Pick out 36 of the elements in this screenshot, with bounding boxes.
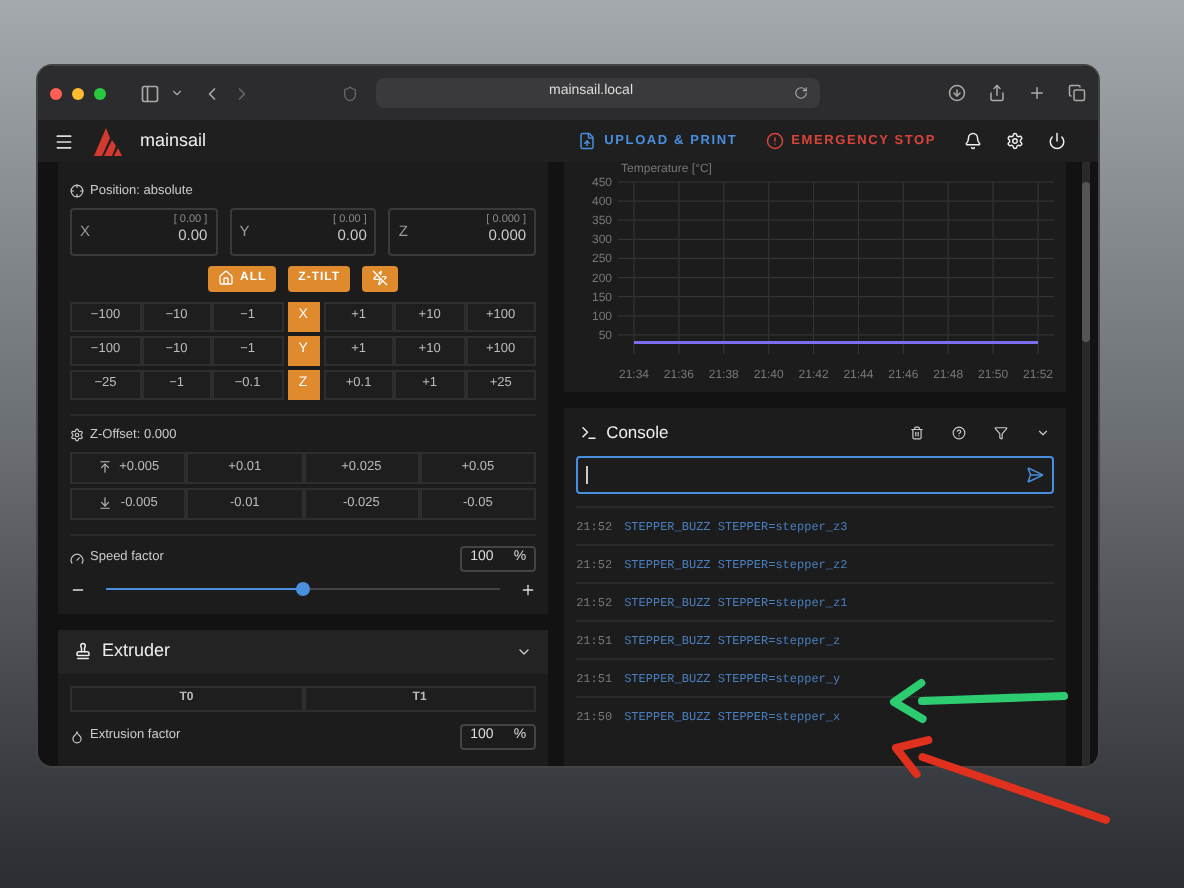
help-icon[interactable] [952, 425, 967, 439]
motors-off-button[interactable] [362, 265, 399, 292]
raise-icon [97, 460, 112, 474]
send-icon[interactable] [1026, 466, 1045, 484]
menu-icon[interactable] [54, 131, 74, 151]
brand-name: mainsail [140, 127, 207, 154]
droplet-icon [70, 729, 84, 743]
terminal-icon [580, 423, 599, 441]
gear-icon [70, 428, 84, 443]
crosshair-icon [70, 184, 84, 199]
tabs-icon[interactable] [1068, 84, 1086, 102]
file-upload-icon [578, 132, 597, 150]
lower-icon [98, 496, 113, 510]
card-title: Console [606, 419, 671, 445]
extruder-icon [74, 642, 92, 660]
caret-icon[interactable] [170, 86, 184, 100]
share-icon[interactable] [988, 84, 1006, 102]
chevron-icon[interactable] [1036, 425, 1051, 439]
power-icon[interactable] [1048, 132, 1066, 150]
filter-icon[interactable] [994, 425, 1009, 439]
new-tab-icon[interactable] [1028, 84, 1046, 102]
download-icon[interactable] [948, 84, 966, 102]
command-input[interactable] [576, 456, 1055, 494]
sidebar-icon[interactable] [140, 83, 160, 103]
plus-icon[interactable] [520, 581, 537, 597]
trash-icon[interactable] [910, 425, 925, 439]
card-title: Extruder [102, 637, 173, 664]
reload-icon[interactable] [794, 86, 808, 100]
settings-icon[interactable] [1006, 132, 1024, 150]
motors-off-icon [372, 270, 389, 287]
alert-icon [765, 132, 784, 150]
gauge-icon [70, 551, 84, 565]
slider-thumb[interactable] [296, 581, 311, 596]
shield-icon[interactable] [342, 85, 358, 101]
home-icon [218, 270, 234, 287]
bell-icon[interactable] [964, 132, 982, 150]
